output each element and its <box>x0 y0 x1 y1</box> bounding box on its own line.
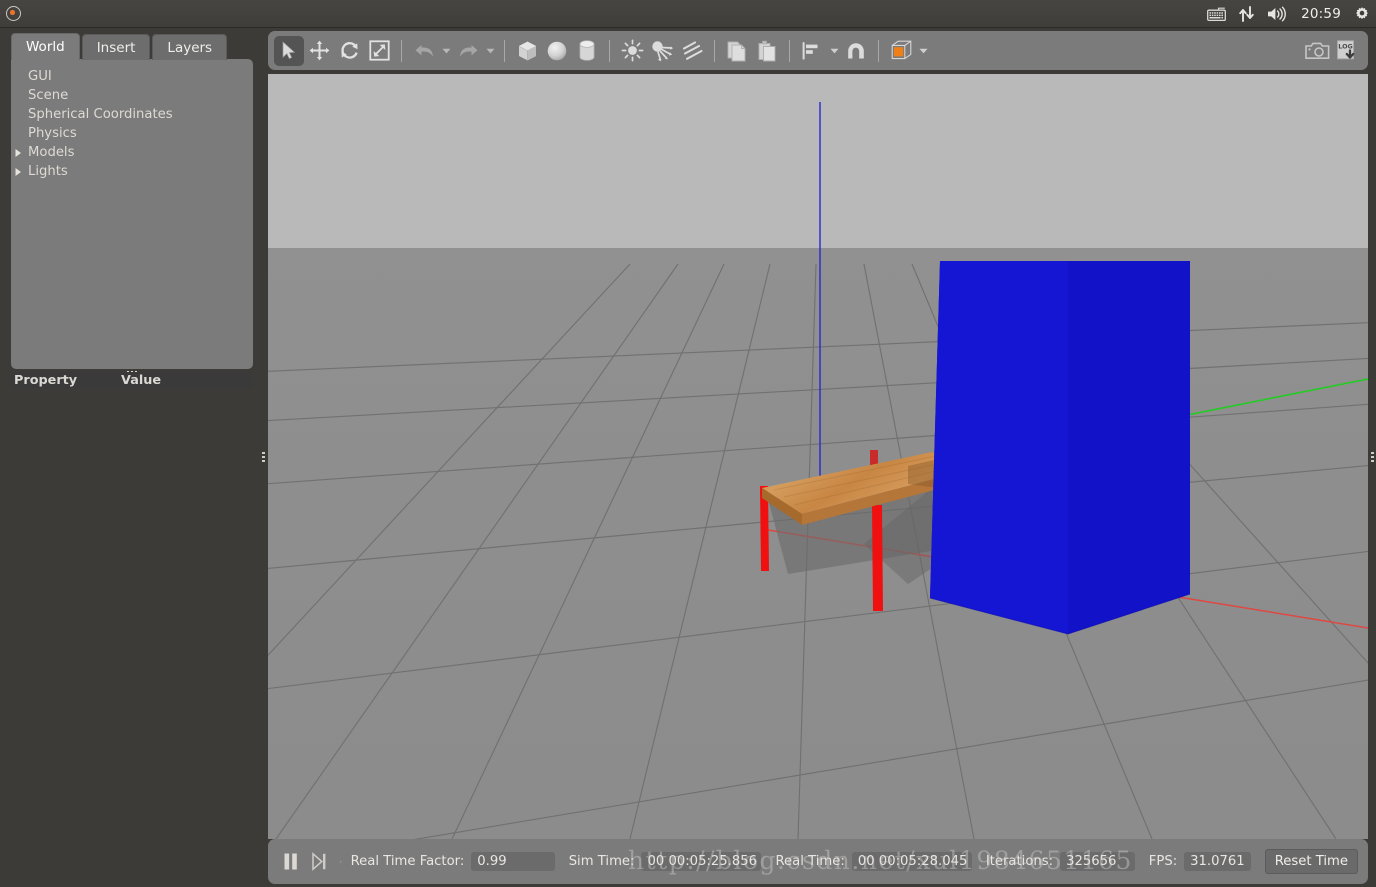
tree-item-spherical-coordinates-label: Spherical Coordinates <box>28 107 173 122</box>
tree-item-physics-label: Physics <box>28 126 77 141</box>
system-panel-left <box>0 6 21 21</box>
tab-world-label: World <box>26 39 65 55</box>
redo-dropdown-caret[interactable] <box>483 36 497 66</box>
svg-text:LOG: LOG <box>1338 42 1353 50</box>
main-toolbar: LOG <box>268 31 1368 70</box>
view-cube-icon[interactable] <box>886 36 916 66</box>
scale-mode-button[interactable] <box>364 36 394 66</box>
stats-separator: · <box>338 854 343 869</box>
toolbar-separator <box>504 39 505 62</box>
insert-cylinder-button[interactable] <box>572 36 602 66</box>
reset-time-button[interactable]: Reset Time <box>1264 849 1359 874</box>
step-forward-button[interactable] <box>306 848 330 876</box>
magnet-icon[interactable] <box>841 36 871 66</box>
tab-insert[interactable]: Insert <box>81 34 151 60</box>
property-table-body <box>11 389 253 887</box>
right-vertical-splitter[interactable] <box>1368 28 1376 887</box>
network-icon[interactable] <box>1239 5 1254 22</box>
tree-item-lights[interactable]: Lights <box>11 162 253 181</box>
toolbar-separator <box>609 39 610 62</box>
system-clock[interactable]: 20:59 <box>1301 6 1341 22</box>
main-area: World Insert Layers GUI Scene Spherical … <box>0 28 1376 887</box>
toolbar-separator <box>789 39 790 62</box>
system-panel: 20:59 <box>0 0 1376 28</box>
property-table-header: Property Value <box>11 372 253 389</box>
tree-item-models[interactable]: Models <box>11 143 253 162</box>
toolbar-separator <box>878 39 879 62</box>
left-panel-tabs: World Insert Layers <box>11 33 229 60</box>
gear-icon[interactable] <box>1354 6 1370 22</box>
sim-time-value: 00 00:05:25.856 <box>641 852 762 871</box>
system-tray: 20:59 <box>1207 6 1376 22</box>
toolbar-separator <box>714 39 715 62</box>
chevron-right-icon[interactable] <box>14 148 27 158</box>
tree-item-gui[interactable]: GUI <box>11 67 253 86</box>
real-time-value: 00 00:05:28.045 <box>851 852 972 871</box>
render-viewport[interactable] <box>268 74 1368 839</box>
iterations-value: 325656 <box>1060 852 1135 871</box>
insert-box-button[interactable] <box>512 36 542 66</box>
view-angle-dropdown-caret[interactable] <box>916 36 930 66</box>
undo-button[interactable] <box>409 36 439 66</box>
directional-light-button[interactable] <box>677 36 707 66</box>
redo-button[interactable] <box>453 36 483 66</box>
tree-item-scene[interactable]: Scene <box>11 86 253 105</box>
sim-time-label: Sim Time: <box>568 854 635 869</box>
tree-item-physics[interactable]: Physics <box>11 124 253 143</box>
translate-mode-button[interactable] <box>304 36 334 66</box>
spot-light-button[interactable] <box>647 36 677 66</box>
iterations-label: Iterations: <box>985 854 1054 869</box>
volume-icon[interactable] <box>1267 6 1288 22</box>
keyboard-icon[interactable] <box>1207 7 1227 21</box>
point-light-button[interactable] <box>617 36 647 66</box>
insert-sphere-button[interactable] <box>542 36 572 66</box>
pause-button[interactable] <box>278 848 302 876</box>
simulation-stats-bar: · Real Time Factor: 0.99 Sim Time: 00 00… <box>268 839 1368 884</box>
chevron-right-icon[interactable] <box>14 167 27 177</box>
screenshot-button[interactable] <box>1302 36 1332 66</box>
tree-item-models-label: Models <box>28 145 75 160</box>
rotate-mode-button[interactable] <box>334 36 364 66</box>
log-record-button[interactable]: LOG <box>1332 36 1362 66</box>
splitter-grip-icon <box>1370 452 1374 463</box>
world-tree: GUI Scene Spherical Coordinates Physics … <box>11 59 253 369</box>
real-time-label: Real Time: <box>775 854 845 869</box>
fps-value: 31.0761 <box>1184 852 1251 871</box>
tab-insert-label: Insert <box>96 39 136 56</box>
blue-box <box>929 261 1191 635</box>
fps-label: FPS: <box>1148 854 1178 869</box>
ubuntu-logo-icon[interactable] <box>6 6 21 21</box>
tab-world[interactable]: World <box>11 33 80 60</box>
value-column-header: Value <box>121 373 162 388</box>
property-column-header: Property <box>14 373 78 388</box>
paste-button[interactable] <box>752 36 782 66</box>
tree-item-gui-label: GUI <box>28 69 52 84</box>
select-mode-button[interactable] <box>274 35 304 66</box>
undo-dropdown-caret[interactable] <box>439 36 453 66</box>
left-panel: World Insert Layers GUI Scene Spherical … <box>0 28 258 887</box>
real-time-factor-value: 0.99 <box>471 852 555 871</box>
align-dropdown-caret[interactable] <box>827 36 841 66</box>
align-button[interactable] <box>797 36 827 66</box>
tab-layers-label: Layers <box>167 39 213 56</box>
render-column: LOG · Real Time Factor: 0.99 Sim Time: 0… <box>268 28 1368 887</box>
scene-objects <box>760 102 1368 635</box>
splitter-grip-icon <box>261 452 265 463</box>
real-time-factor-label: Real Time Factor: <box>350 854 465 869</box>
tree-item-spherical-coordinates[interactable]: Spherical Coordinates <box>11 105 253 124</box>
tree-item-lights-label: Lights <box>28 164 68 179</box>
panel-vertical-splitter[interactable] <box>258 28 268 887</box>
copy-button[interactable] <box>722 36 752 66</box>
toolbar-separator <box>401 39 402 62</box>
tree-item-scene-label: Scene <box>28 88 69 103</box>
tab-layers[interactable]: Layers <box>152 34 228 60</box>
